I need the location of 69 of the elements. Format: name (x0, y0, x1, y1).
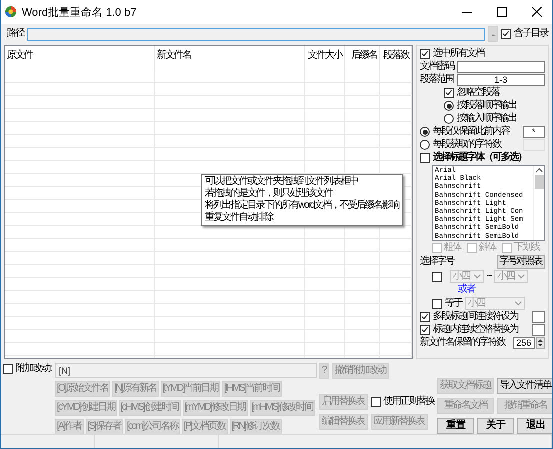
label: 段落范围 (420, 74, 454, 86)
checkbox-label: 多段标题间连接符设为 (433, 311, 518, 323)
checkbox-label: 等于 (445, 298, 462, 310)
column-header[interactable]: 原文件 (5, 46, 155, 70)
window-title: Word批量重命名 1.0 b7 (22, 6, 138, 20)
radio-button[interactable] (420, 127, 430, 137)
tilde-label: ~ (487, 270, 492, 282)
value-field[interactable] (523, 139, 545, 151)
action-button[interactable]: 关 于 (477, 418, 514, 434)
spinner-icon[interactable] (536, 337, 545, 349)
checkbox-label: 选中所有文档 (433, 48, 484, 60)
tooltip-line: 可以把文件或文件夹拖拽到文件列表框中 (205, 176, 360, 188)
keep-chars-field[interactable]: 256 (513, 337, 535, 349)
checkbox[interactable] (370, 397, 380, 407)
action-button[interactable]: 重 置 (437, 418, 474, 434)
or-label: 或者 (458, 284, 475, 296)
checkbox-label: 标题内连续空格替换为 (433, 324, 518, 336)
radio-button[interactable] (420, 140, 430, 150)
scrollbar-thumb[interactable] (534, 175, 544, 189)
action-button[interactable]: 导入文件清单 (497, 378, 552, 394)
column-header[interactable]: 后缀名 (345, 46, 380, 70)
radio-label: 按输入顺序输出 (457, 113, 516, 125)
checkbox[interactable] (432, 272, 442, 282)
radio-button[interactable] (444, 101, 454, 111)
checkbox[interactable] (420, 312, 430, 322)
password-field[interactable] (457, 61, 545, 73)
range-field[interactable]: 1-3 (457, 74, 545, 86)
tooltip-line: 若拖拽的是文件，则只处理该文件 (205, 188, 334, 200)
checkbox-label: 斜体 (479, 242, 496, 254)
column-header[interactable]: 段落数 (380, 46, 412, 70)
maximize-icon[interactable] (497, 7, 507, 17)
checkbox[interactable] (420, 49, 430, 59)
value-field[interactable]: * (523, 126, 545, 138)
join-field[interactable] (532, 311, 545, 323)
label: 新文件名保留的字符数 (420, 337, 505, 349)
checkbox-label: 忽略空段落 (457, 87, 500, 99)
label: 文档密码 (420, 61, 454, 73)
path-field[interactable] (27, 28, 486, 40)
radio-label: 按段落顺序输出 (457, 100, 516, 112)
file-table[interactable]: 原文件 新文件名 文件大小 后缀名 段落数 可以把文件或文件夹拖拽到文件列表框中 若拖拽的是文件，则只处理该文件 将列出指定目录下的所有word文档，不受后缀名影响 重复文件自动排除 (4, 45, 413, 359)
column-header[interactable]: 文件大小 (305, 46, 345, 70)
checkbox[interactable] (3, 364, 13, 374)
section-label: 选择字号 (420, 256, 454, 268)
checkbox-label: 粗体 (444, 242, 461, 254)
size-table-button[interactable]: 字号对照表 (496, 255, 545, 269)
tooltip-line: 重复文件自动排除 (205, 212, 274, 224)
action-button[interactable]: 退 出 (517, 418, 552, 434)
close-icon[interactable] (532, 7, 542, 17)
checkbox-label: 使用正则替换 (384, 396, 434, 408)
checkbox[interactable] (420, 325, 430, 335)
checkbox[interactable] (432, 298, 442, 308)
path-label: 路径 (7, 28, 24, 40)
space-field[interactable] (532, 324, 545, 336)
column-header[interactable]: 新文件名 (155, 46, 305, 70)
checkbox[interactable] (420, 153, 430, 163)
scroll-up-icon[interactable] (536, 168, 542, 173)
checkbox-label: 附加改动: (16, 363, 52, 375)
tooltip-line: 将列出指定目录下的所有word文档，不受后缀名影响 (205, 200, 400, 212)
scrollbar[interactable] (533, 166, 544, 240)
checkbox[interactable] (444, 88, 454, 98)
app-icon (5, 6, 17, 18)
checkbox-label: 选择标题字体（可多选） (433, 152, 526, 164)
checkbox[interactable] (501, 29, 511, 39)
checkbox-label: 含子目录 (514, 28, 548, 40)
radio-label: 每段获取的字符数 (433, 139, 501, 151)
radio-label: 每段仅保留此前内容 (433, 126, 510, 138)
radio-button[interactable] (444, 114, 454, 124)
checkbox-label: 下划线 (514, 242, 540, 254)
append-field[interactable]: [N] (55, 363, 317, 378)
